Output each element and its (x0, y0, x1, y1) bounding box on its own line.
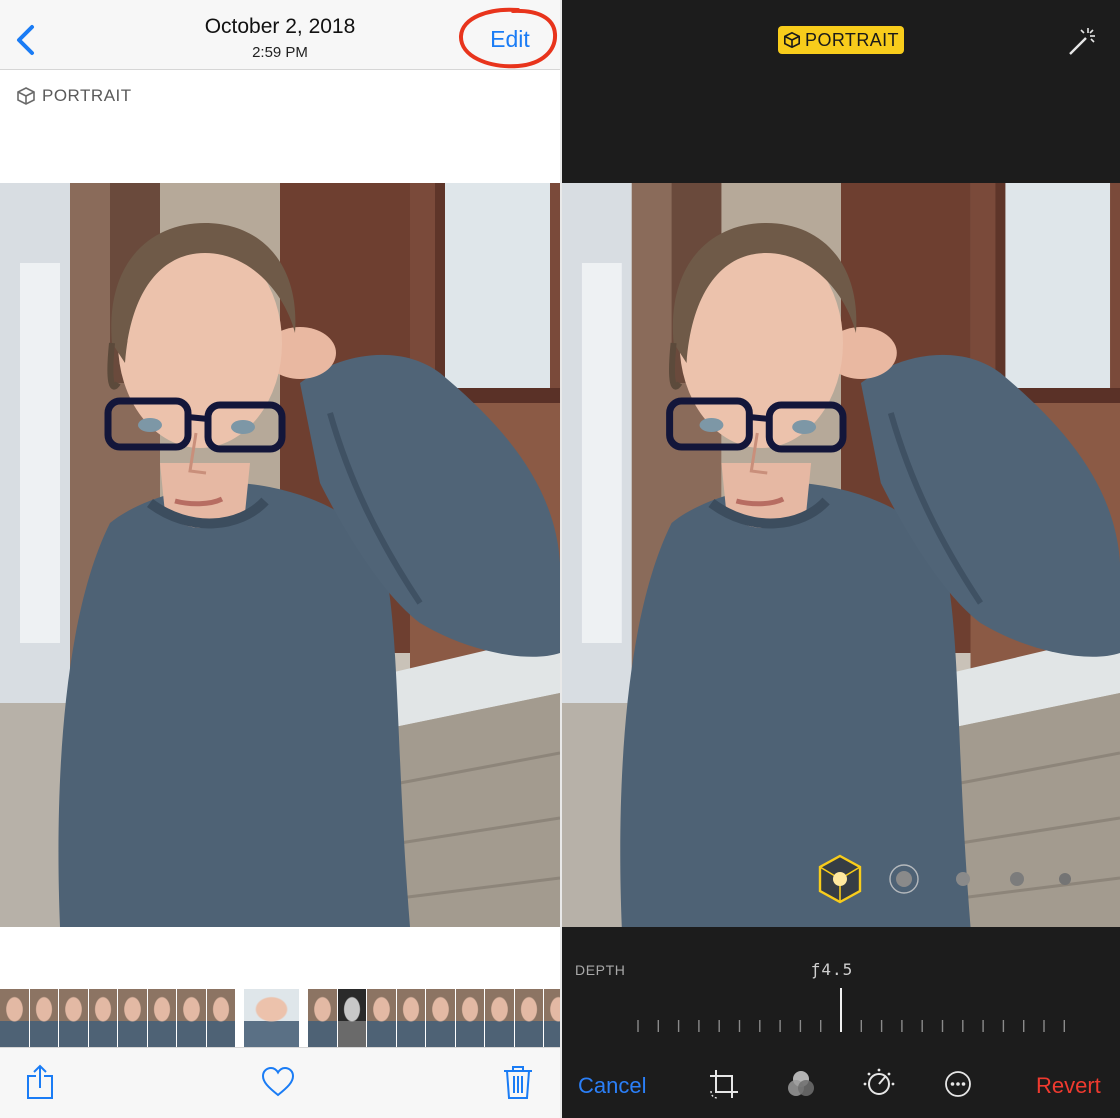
bottom-toolbar (0, 1047, 560, 1118)
share-icon (27, 1064, 53, 1099)
portrait-badge-text: PORTRAIT (805, 29, 899, 50)
filmstrip-thumbnail[interactable] (177, 989, 207, 1047)
cancel-button[interactable]: Cancel (578, 1073, 646, 1099)
editor-bottom-bar: Cancel Revert (562, 1055, 1120, 1118)
filmstrip-thumbnail[interactable] (29, 989, 59, 1047)
stage-light-mono-icon[interactable] (1059, 873, 1071, 885)
crop-rotate-icon[interactable] (707, 1067, 741, 1101)
portrait-mode-toggle[interactable]: PORTRAIT (778, 26, 904, 54)
filmstrip-thumbnail[interactable] (367, 989, 397, 1047)
filmstrip-thumbnail[interactable] (88, 989, 118, 1047)
cube-icon (784, 31, 801, 49)
adjust-dial-icon[interactable] (862, 1067, 896, 1101)
main-photo[interactable] (0, 183, 560, 927)
cube-icon (17, 87, 35, 105)
filmstrip-thumbnail[interactable] (59, 989, 89, 1047)
filmstrip-thumbnail[interactable] (0, 989, 30, 1047)
depth-slider[interactable] (630, 986, 1070, 1036)
filmstrip-thumbnail[interactable] (308, 989, 338, 1047)
delete-button[interactable] (498, 1062, 538, 1102)
magic-wand-icon[interactable] (1066, 24, 1100, 58)
filmstrip-thumbnail[interactable] (544, 989, 560, 1047)
filmstrip-thumbnail[interactable] (396, 989, 426, 1047)
filmstrip-thumbnail[interactable] (337, 989, 367, 1047)
revert-button[interactable]: Revert (1036, 1073, 1101, 1099)
photo-editor-pane: PORTRAIT DEPTH ƒ4.5 Cancel Revert (562, 0, 1120, 1118)
studio-light-icon[interactable] (889, 864, 919, 894)
filmstrip-thumbnail[interactable] (118, 989, 148, 1047)
filmstrip[interactable] (0, 989, 560, 1047)
more-icon[interactable] (941, 1067, 975, 1101)
nav-bar: October 2, 2018 2:59 PM Edit (0, 0, 560, 70)
filmstrip-thumbnail[interactable] (426, 989, 456, 1047)
heart-icon (261, 1066, 295, 1097)
filmstrip-thumbnail[interactable] (485, 989, 515, 1047)
trash-icon (504, 1066, 532, 1099)
photo-viewer-pane: October 2, 2018 2:59 PM Edit PORTRAIT (0, 0, 560, 1118)
stage-light-icon[interactable] (1010, 872, 1024, 886)
portrait-label-text: PORTRAIT (42, 86, 132, 105)
filmstrip-thumbnail[interactable] (147, 989, 177, 1047)
edit-photo-preview[interactable] (562, 183, 1120, 927)
favorite-button[interactable] (258, 1062, 298, 1102)
annotation-circle (458, 7, 558, 69)
portrait-lighting-selector[interactable] (562, 850, 1120, 910)
share-button[interactable] (20, 1062, 60, 1102)
filmstrip-thumbnail[interactable] (514, 989, 544, 1047)
depth-label: DEPTH (575, 962, 626, 978)
aperture-value: ƒ4.5 (810, 960, 854, 979)
portrait-mode-label: PORTRAIT (16, 84, 132, 108)
filmstrip-thumbnail[interactable] (244, 989, 300, 1047)
filmstrip-thumbnail[interactable] (206, 989, 236, 1047)
filters-icon[interactable] (784, 1067, 818, 1101)
contour-light-icon[interactable] (956, 872, 970, 886)
filmstrip-thumbnail[interactable] (455, 989, 485, 1047)
natural-light-icon[interactable] (818, 854, 862, 904)
